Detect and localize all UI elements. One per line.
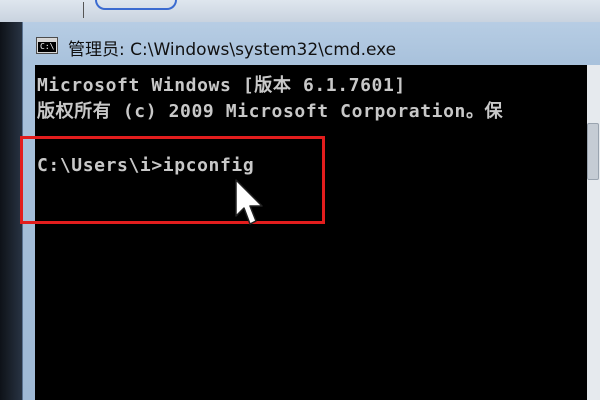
cmd-icon[interactable]: C:\ [37,38,57,53]
title-bar[interactable]: C:\ 管理员: C:\Windows\system32\cmd.exe [23,22,600,66]
brand-divider [83,2,84,18]
brand-logo [0,0,60,16]
window-title: 管理员: C:\Windows\system32\cmd.exe [68,40,397,60]
mouse-pointer-icon [235,179,263,225]
scroll-thumb[interactable] [587,123,599,180]
highlight-box [20,136,325,224]
console-line: Microsoft Windows [版本 6.1.7601] [37,75,406,96]
console-area[interactable]: Microsoft Windows [版本 6.1.7601] 版权所有 (c)… [35,65,600,400]
console-line: 版权所有 (c) 2009 Microsoft Corporation。保 [37,101,504,122]
video-top-strip [0,0,600,22]
vertical-scrollbar[interactable] [587,65,600,400]
brand-sub-logo [95,0,177,10]
